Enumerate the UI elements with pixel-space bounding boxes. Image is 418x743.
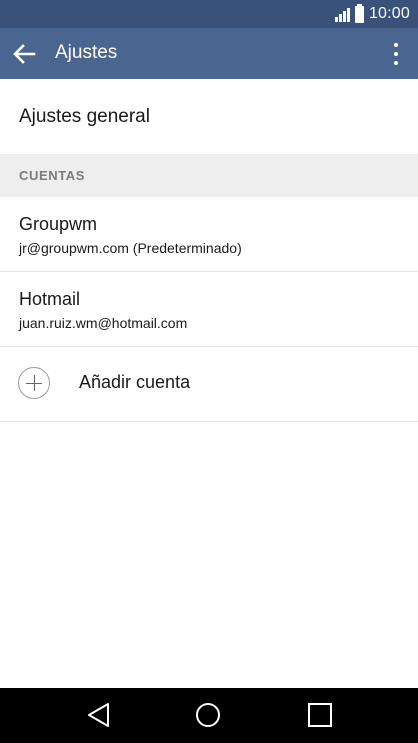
navigation-bar [0, 688, 418, 743]
arrow-left-icon [13, 44, 36, 64]
page-title: Ajustes [55, 42, 118, 63]
app-bar: Ajustes [0, 28, 418, 79]
status-bar: 10:00 [0, 0, 418, 28]
back-button[interactable] [10, 40, 38, 68]
account-email: jr@groupwm.com (Predeterminado) [19, 240, 242, 256]
add-account-label: Añadir cuenta [79, 372, 191, 392]
settings-list: Ajustes general CUENTAS Groupwm jr@group… [0, 79, 418, 422]
account-name: Groupwm [19, 214, 98, 234]
nav-home-button[interactable] [193, 700, 223, 730]
signal-icon [334, 6, 350, 22]
more-options-button[interactable] [388, 40, 404, 68]
battery-icon [354, 3, 364, 23]
add-account-item[interactable]: Añadir cuenta [0, 347, 418, 422]
account-item-hotmail[interactable]: Hotmail juan.ruiz.wm@hotmail.com [0, 272, 418, 347]
plus-circle-icon [18, 367, 50, 399]
nav-recents-button[interactable] [305, 700, 335, 730]
nav-back-icon [88, 703, 109, 727]
account-name: Hotmail [19, 289, 81, 309]
nav-home-icon [196, 703, 220, 727]
general-settings-item[interactable]: Ajustes general [0, 79, 418, 154]
nav-back-button[interactable] [84, 700, 114, 730]
account-email: juan.ruiz.wm@hotmail.com [19, 315, 188, 331]
accounts-section-header: CUENTAS [0, 154, 418, 197]
status-indicators: 10:00 [334, 0, 410, 28]
nav-recents-icon [308, 703, 332, 727]
more-vert-icon [394, 43, 398, 47]
account-item-groupwm[interactable]: Groupwm jr@groupwm.com (Predeterminado) [0, 197, 418, 272]
status-time: 10:00 [368, 5, 410, 22]
